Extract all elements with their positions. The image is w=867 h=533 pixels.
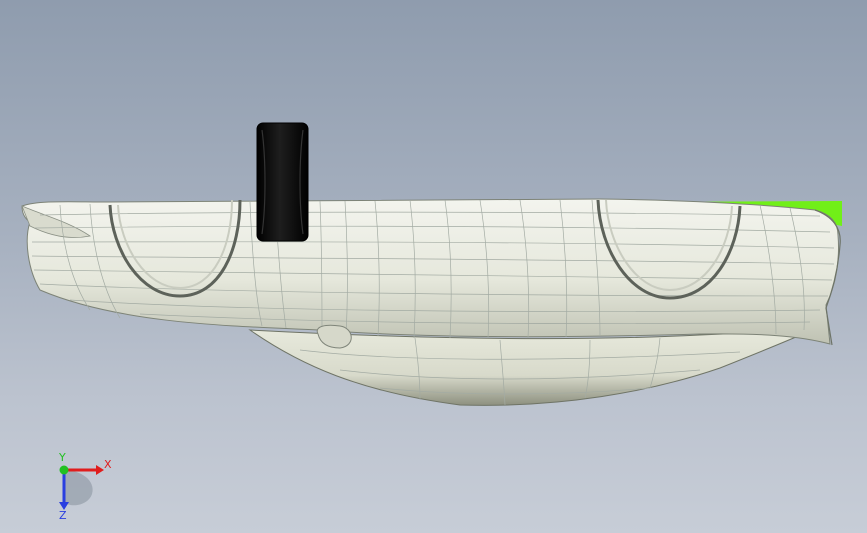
x-axis-label: X <box>104 458 112 471</box>
axis-triad[interactable]: X Y Z <box>40 450 120 520</box>
triad-shadow <box>64 470 93 506</box>
y-axis-label: Y <box>58 451 66 464</box>
car-body-model[interactable] <box>0 0 867 533</box>
y-axis-dot <box>59 465 69 475</box>
cad-viewport[interactable]: X Y Z <box>0 0 867 533</box>
z-axis-label: Z <box>59 509 67 520</box>
x-axis-arrowhead <box>96 465 104 475</box>
